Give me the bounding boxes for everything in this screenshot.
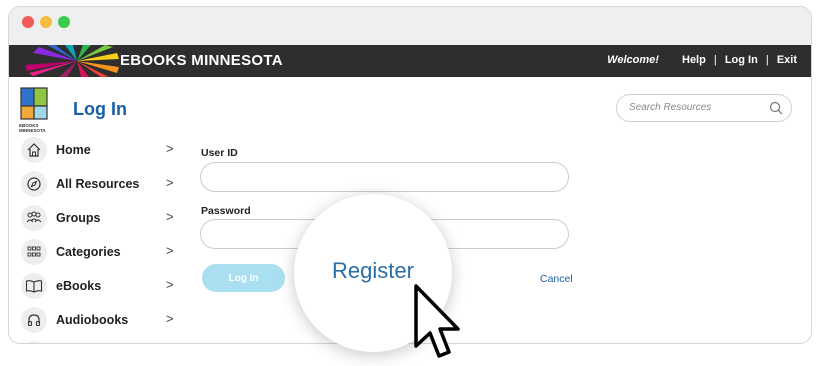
close-window-button[interactable]: [22, 16, 34, 28]
nav-separator: |: [713, 54, 717, 66]
chevron-right-icon: >: [166, 277, 174, 292]
book-icon: [21, 273, 47, 299]
grid-icon: [21, 239, 47, 265]
login-link[interactable]: Log In: [725, 54, 758, 66]
sidebar-item-label: Audiobooks: [56, 313, 129, 327]
site-header: EBOOKS MINNESOTA Welcome! Help | Log In …: [9, 45, 811, 77]
book-stack-icon: [20, 87, 48, 120]
mouse-pointer-icon: [414, 284, 460, 358]
chevron-right-icon: >: [166, 243, 174, 258]
headphones-icon: [21, 307, 47, 333]
home-icon: [21, 137, 47, 163]
sidebar-item-label: eBooks: [56, 279, 102, 293]
more-icon: [21, 341, 47, 343]
top-nav: Welcome! Help | Log In | Exit: [607, 54, 797, 66]
sidebar-item-all-resources[interactable]: All Resources >: [21, 169, 176, 199]
page-title: Log In: [73, 99, 127, 119]
exit-link[interactable]: Exit: [777, 54, 797, 66]
sidebar-item-categories[interactable]: Categories >: [21, 237, 176, 267]
search-icon[interactable]: [769, 101, 783, 115]
sidebar-item-label: Home: [56, 143, 91, 157]
sidebar-item-audiobooks[interactable]: Audiobooks >: [21, 305, 176, 335]
password-label: Password: [201, 205, 251, 217]
chevron-right-icon: >: [166, 141, 174, 156]
nav-separator: |: [765, 54, 769, 66]
user-id-input[interactable]: [200, 162, 569, 192]
compass-icon: [21, 171, 47, 197]
search-placeholder: Search Resources: [629, 102, 712, 113]
help-link[interactable]: Help: [682, 54, 706, 66]
brand-name[interactable]: EBOOKS MINNESOTA: [120, 52, 283, 69]
sidebar-item-label: Categories: [56, 245, 121, 259]
chevron-right-icon: >: [166, 209, 174, 224]
chevron-right-icon: >: [166, 175, 174, 190]
cancel-link[interactable]: Cancel: [540, 273, 573, 285]
logo-line-2: MINNESOTA: [19, 128, 46, 133]
sidebar-item-label: All Resources: [56, 177, 140, 191]
sidebar-item-more[interactable]: [21, 339, 176, 343]
chevron-right-icon: >: [166, 311, 174, 326]
welcome-text: Welcome!: [607, 54, 659, 66]
logo-wordmark: EBOOKS MINNESOTA: [19, 123, 46, 133]
brand-rays-logo: [25, 45, 119, 77]
search-input[interactable]: Search Resources: [616, 94, 792, 122]
sidebar-item-label: Groups: [56, 211, 101, 225]
register-link[interactable]: Register: [332, 258, 414, 284]
sidebar-item-groups[interactable]: Groups >: [21, 203, 176, 233]
user-id-label: User ID: [201, 147, 238, 159]
sidebar-item-home[interactable]: Home >: [21, 135, 176, 165]
maximize-window-button[interactable]: [58, 16, 70, 28]
window-titlebar: [9, 7, 811, 45]
login-button[interactable]: Log In: [202, 264, 285, 292]
sidebar-item-ebooks[interactable]: eBooks >: [21, 271, 176, 301]
ebooks-minnesota-logo[interactable]: EBOOKS MINNESOTA: [19, 87, 69, 133]
groups-icon: [21, 205, 47, 231]
minimize-window-button[interactable]: [40, 16, 52, 28]
